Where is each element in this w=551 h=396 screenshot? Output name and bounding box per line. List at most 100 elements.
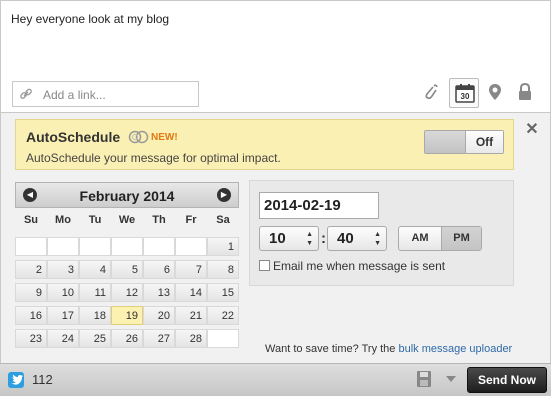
calendar-day[interactable]: 24: [47, 329, 79, 348]
calendar-day[interactable]: 5: [111, 260, 143, 279]
calendar-day-number: 3: [67, 264, 74, 276]
calendar-day[interactable]: 19: [111, 306, 143, 325]
calendar-day[interactable]: 12: [111, 283, 143, 302]
calendar-day-number: 10: [61, 287, 74, 299]
calendar-day[interactable]: 17: [47, 306, 79, 325]
calendar-day-number: 5: [131, 264, 138, 276]
hour-value: 10: [269, 230, 286, 247]
calendar-day[interactable]: 3: [47, 260, 79, 279]
calendar-day-number: 24: [61, 333, 74, 345]
email-notify-row: Email me when message is sent: [259, 259, 445, 273]
twitter-icon: [8, 372, 24, 388]
calendar-day-number: 4: [99, 264, 106, 276]
link-icon: [19, 87, 33, 104]
bulk-uploader-link[interactable]: bulk message uploader: [398, 343, 512, 355]
calendar-empty-cell: [175, 237, 207, 256]
calendar-icon: 30: [455, 84, 475, 103]
calendar-header: ◀ February 2014 ▶: [15, 182, 239, 208]
add-link-input[interactable]: Add a link...: [12, 81, 199, 107]
calendar-day[interactable]: 23: [15, 329, 47, 348]
uploader-prefix: Want to save time? Try the: [265, 343, 399, 355]
time-settings-box: 2014-02-19 10 ▲ ▼ : 40 ▲ ▼ AM PM Email me …: [249, 180, 514, 286]
save-draft-icon[interactable]: [416, 370, 432, 391]
email-notify-label: Email me when message is sent: [273, 259, 446, 273]
calendar-empty-cell: [111, 237, 143, 256]
link-placeholder: Add a link...: [43, 88, 106, 102]
calendar-day[interactable]: 22: [207, 306, 239, 325]
calendar-day[interactable]: 25: [79, 329, 111, 348]
calendar-weekdays: Su Mo Tu We Th Fr Sa: [15, 214, 239, 232]
chevron-right-icon[interactable]: ▶: [217, 188, 231, 202]
weekday-label: Sa: [216, 214, 230, 226]
calendar-day[interactable]: 9: [15, 283, 47, 302]
message-textarea[interactable]: Hey everyone look at my blog: [11, 12, 169, 26]
weekday-label: We: [118, 214, 136, 226]
hour-spinner[interactable]: 10 ▲ ▼: [259, 226, 319, 251]
toggle-on-side[interactable]: [425, 131, 465, 153]
bulk-uploader-hint: Want to save time? Try the bulk message …: [265, 343, 512, 355]
calendar-day[interactable]: 27: [143, 329, 175, 348]
am-button[interactable]: AM: [399, 227, 441, 250]
new-badge: NEW!: [151, 132, 178, 143]
time-separator: :: [321, 230, 326, 247]
calendar-day[interactable]: 6: [143, 260, 175, 279]
calendar-day[interactable]: 11: [79, 283, 111, 302]
autoschedule-description: AutoSchedule your message for optimal im…: [26, 151, 281, 165]
calendar-day[interactable]: 13: [143, 283, 175, 302]
calendar-empty-cell: [47, 237, 79, 256]
calendar-day[interactable]: 21: [175, 306, 207, 325]
calendar-day[interactable]: 15: [207, 283, 239, 302]
weekday-label: Su: [23, 214, 39, 226]
calendar-day[interactable]: 8: [207, 260, 239, 279]
calendar-day-number: 13: [157, 287, 170, 299]
location-pin-icon[interactable]: [488, 83, 502, 104]
spinner-arrows-icon[interactable]: ▲ ▼: [306, 230, 313, 248]
calendar-day-number: 6: [163, 264, 170, 276]
calendar-day-number: 23: [29, 333, 42, 345]
calendar-day[interactable]: 20: [143, 306, 175, 325]
email-notify-checkbox[interactable]: [259, 260, 270, 271]
calendar-day-number: 1: [227, 241, 234, 253]
autoschedule-title: AutoSchedule: [26, 129, 121, 145]
calendar-day-number: 20: [157, 310, 170, 322]
calendar-day[interactable]: 16: [15, 306, 47, 325]
calendar-empty-cell: [79, 237, 111, 256]
calendar-day-number: 21: [189, 310, 202, 322]
calendar-day-number: 19: [125, 310, 138, 322]
send-now-button[interactable]: Send Now: [467, 367, 547, 393]
schedule-calendar-button[interactable]: 30: [449, 78, 479, 108]
calendar-day[interactable]: 1: [207, 237, 239, 256]
date-picker-calendar: ◀ February 2014 ▶ Su Mo Tu We Th Fr Sa 1234567…: [15, 182, 239, 350]
calendar-day-number: 18: [93, 310, 106, 322]
calendar-day-number: 16: [29, 310, 42, 322]
calendar-day[interactable]: 18: [79, 306, 111, 325]
bottom-bar: 112 Send Now: [0, 363, 551, 396]
weekday-label: Mo: [55, 214, 71, 226]
minute-spinner[interactable]: 40 ▲ ▼: [327, 226, 387, 251]
close-icon[interactable]: ✕: [523, 121, 541, 139]
dropdown-arrow-icon[interactable]: [446, 376, 456, 382]
pm-button[interactable]: PM: [441, 227, 481, 250]
lock-icon[interactable]: [517, 82, 533, 104]
toggle-off-label[interactable]: Off: [465, 131, 503, 153]
calendar-day[interactable]: 2: [15, 260, 47, 279]
calendar-day[interactable]: 14: [175, 283, 207, 302]
compose-area: Hey everyone look at my blog Add a link.…: [0, 0, 551, 113]
autoschedule-toggle[interactable]: Off: [424, 130, 504, 154]
minute-value: 40: [337, 230, 354, 247]
date-input[interactable]: 2014-02-19: [259, 192, 379, 219]
spinner-arrows-icon[interactable]: ▲ ▼: [374, 230, 381, 248]
calendar-day-number: 27: [157, 333, 170, 345]
calendar-day[interactable]: 10: [47, 283, 79, 302]
calendar-day[interactable]: 26: [111, 329, 143, 348]
calendar-day-number: 14: [189, 287, 202, 299]
paperclip-icon[interactable]: [422, 83, 438, 104]
calendar-grid: 1 2 3 4 5 6 7 8 9 10 11 12 13 14 15 16 17 18 19 20 21 22 23 24 2…: [15, 237, 239, 352]
autoschedule-banner: AutoSchedule NEW! AutoSchedule your mess…: [15, 119, 514, 170]
character-count: 112: [32, 372, 53, 387]
weekday-label: Tu: [88, 214, 102, 226]
calendar-day[interactable]: 28: [175, 329, 207, 348]
calendar-day[interactable]: 7: [175, 260, 207, 279]
calendar-day[interactable]: 4: [79, 260, 111, 279]
calendar-day-number: 7: [195, 264, 202, 276]
